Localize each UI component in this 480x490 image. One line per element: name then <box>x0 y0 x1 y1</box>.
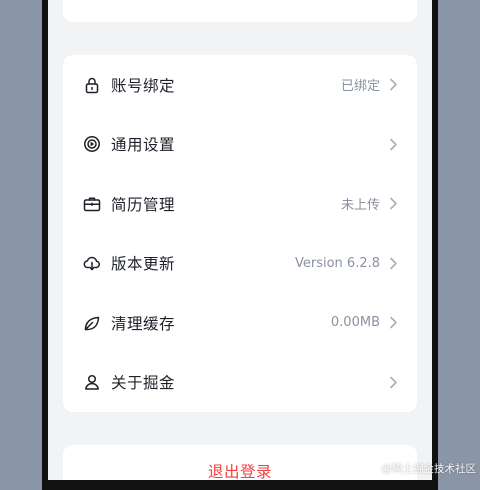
menu-item-label: 简历管理 <box>111 193 175 215</box>
menu-item-value: 已绑定 <box>341 75 380 94</box>
menu-item-value: 未上传 <box>341 194 380 213</box>
chevron-right-icon <box>386 78 400 92</box>
menu-item-label: 版本更新 <box>111 252 175 274</box>
menu-item-clear-cache[interactable]: 清理缓存 0.00MB <box>63 293 417 353</box>
user-icon <box>82 372 102 392</box>
briefcase-icon <box>82 194 102 214</box>
menu-item-label: 关于掘金 <box>111 371 175 393</box>
chevron-right-icon <box>386 197 400 211</box>
menu-item-general-settings[interactable]: 通用设置 <box>63 115 417 175</box>
menu-item-value: Version 6.2.8 <box>295 256 380 271</box>
menu-item-label: 账号绑定 <box>111 74 175 96</box>
menu-item-about[interactable]: 关于掘金 <box>63 353 417 413</box>
menu-item-version-update[interactable]: 版本更新 Version 6.2.8 <box>63 234 417 294</box>
menu-item-resume-management[interactable]: 简历管理 未上传 <box>63 174 417 234</box>
settings-screen: 账号绑定 已绑定 通用设置 <box>48 0 432 480</box>
chevron-right-icon <box>386 375 400 389</box>
menu-item-label: 清理缓存 <box>111 312 175 334</box>
settings-icon <box>82 134 102 154</box>
menu-item-value: 0.00MB <box>331 315 380 330</box>
profile-card <box>63 0 417 22</box>
lock-icon <box>82 75 102 95</box>
leaf-icon <box>82 313 102 333</box>
watermark: @稀土掘金技术社区 <box>382 461 477 476</box>
menu-item-account-binding[interactable]: 账号绑定 已绑定 <box>63 55 417 115</box>
chevron-right-icon <box>386 316 400 330</box>
logout-label: 退出登录 <box>208 460 272 480</box>
chevron-right-icon <box>386 137 400 151</box>
chevron-right-icon <box>386 256 400 270</box>
logout-button[interactable]: 退出登录 <box>63 445 417 480</box>
menu-item-label: 通用设置 <box>111 133 175 155</box>
settings-menu: 账号绑定 已绑定 通用设置 <box>63 55 417 412</box>
cloud-download-icon <box>82 253 102 273</box>
